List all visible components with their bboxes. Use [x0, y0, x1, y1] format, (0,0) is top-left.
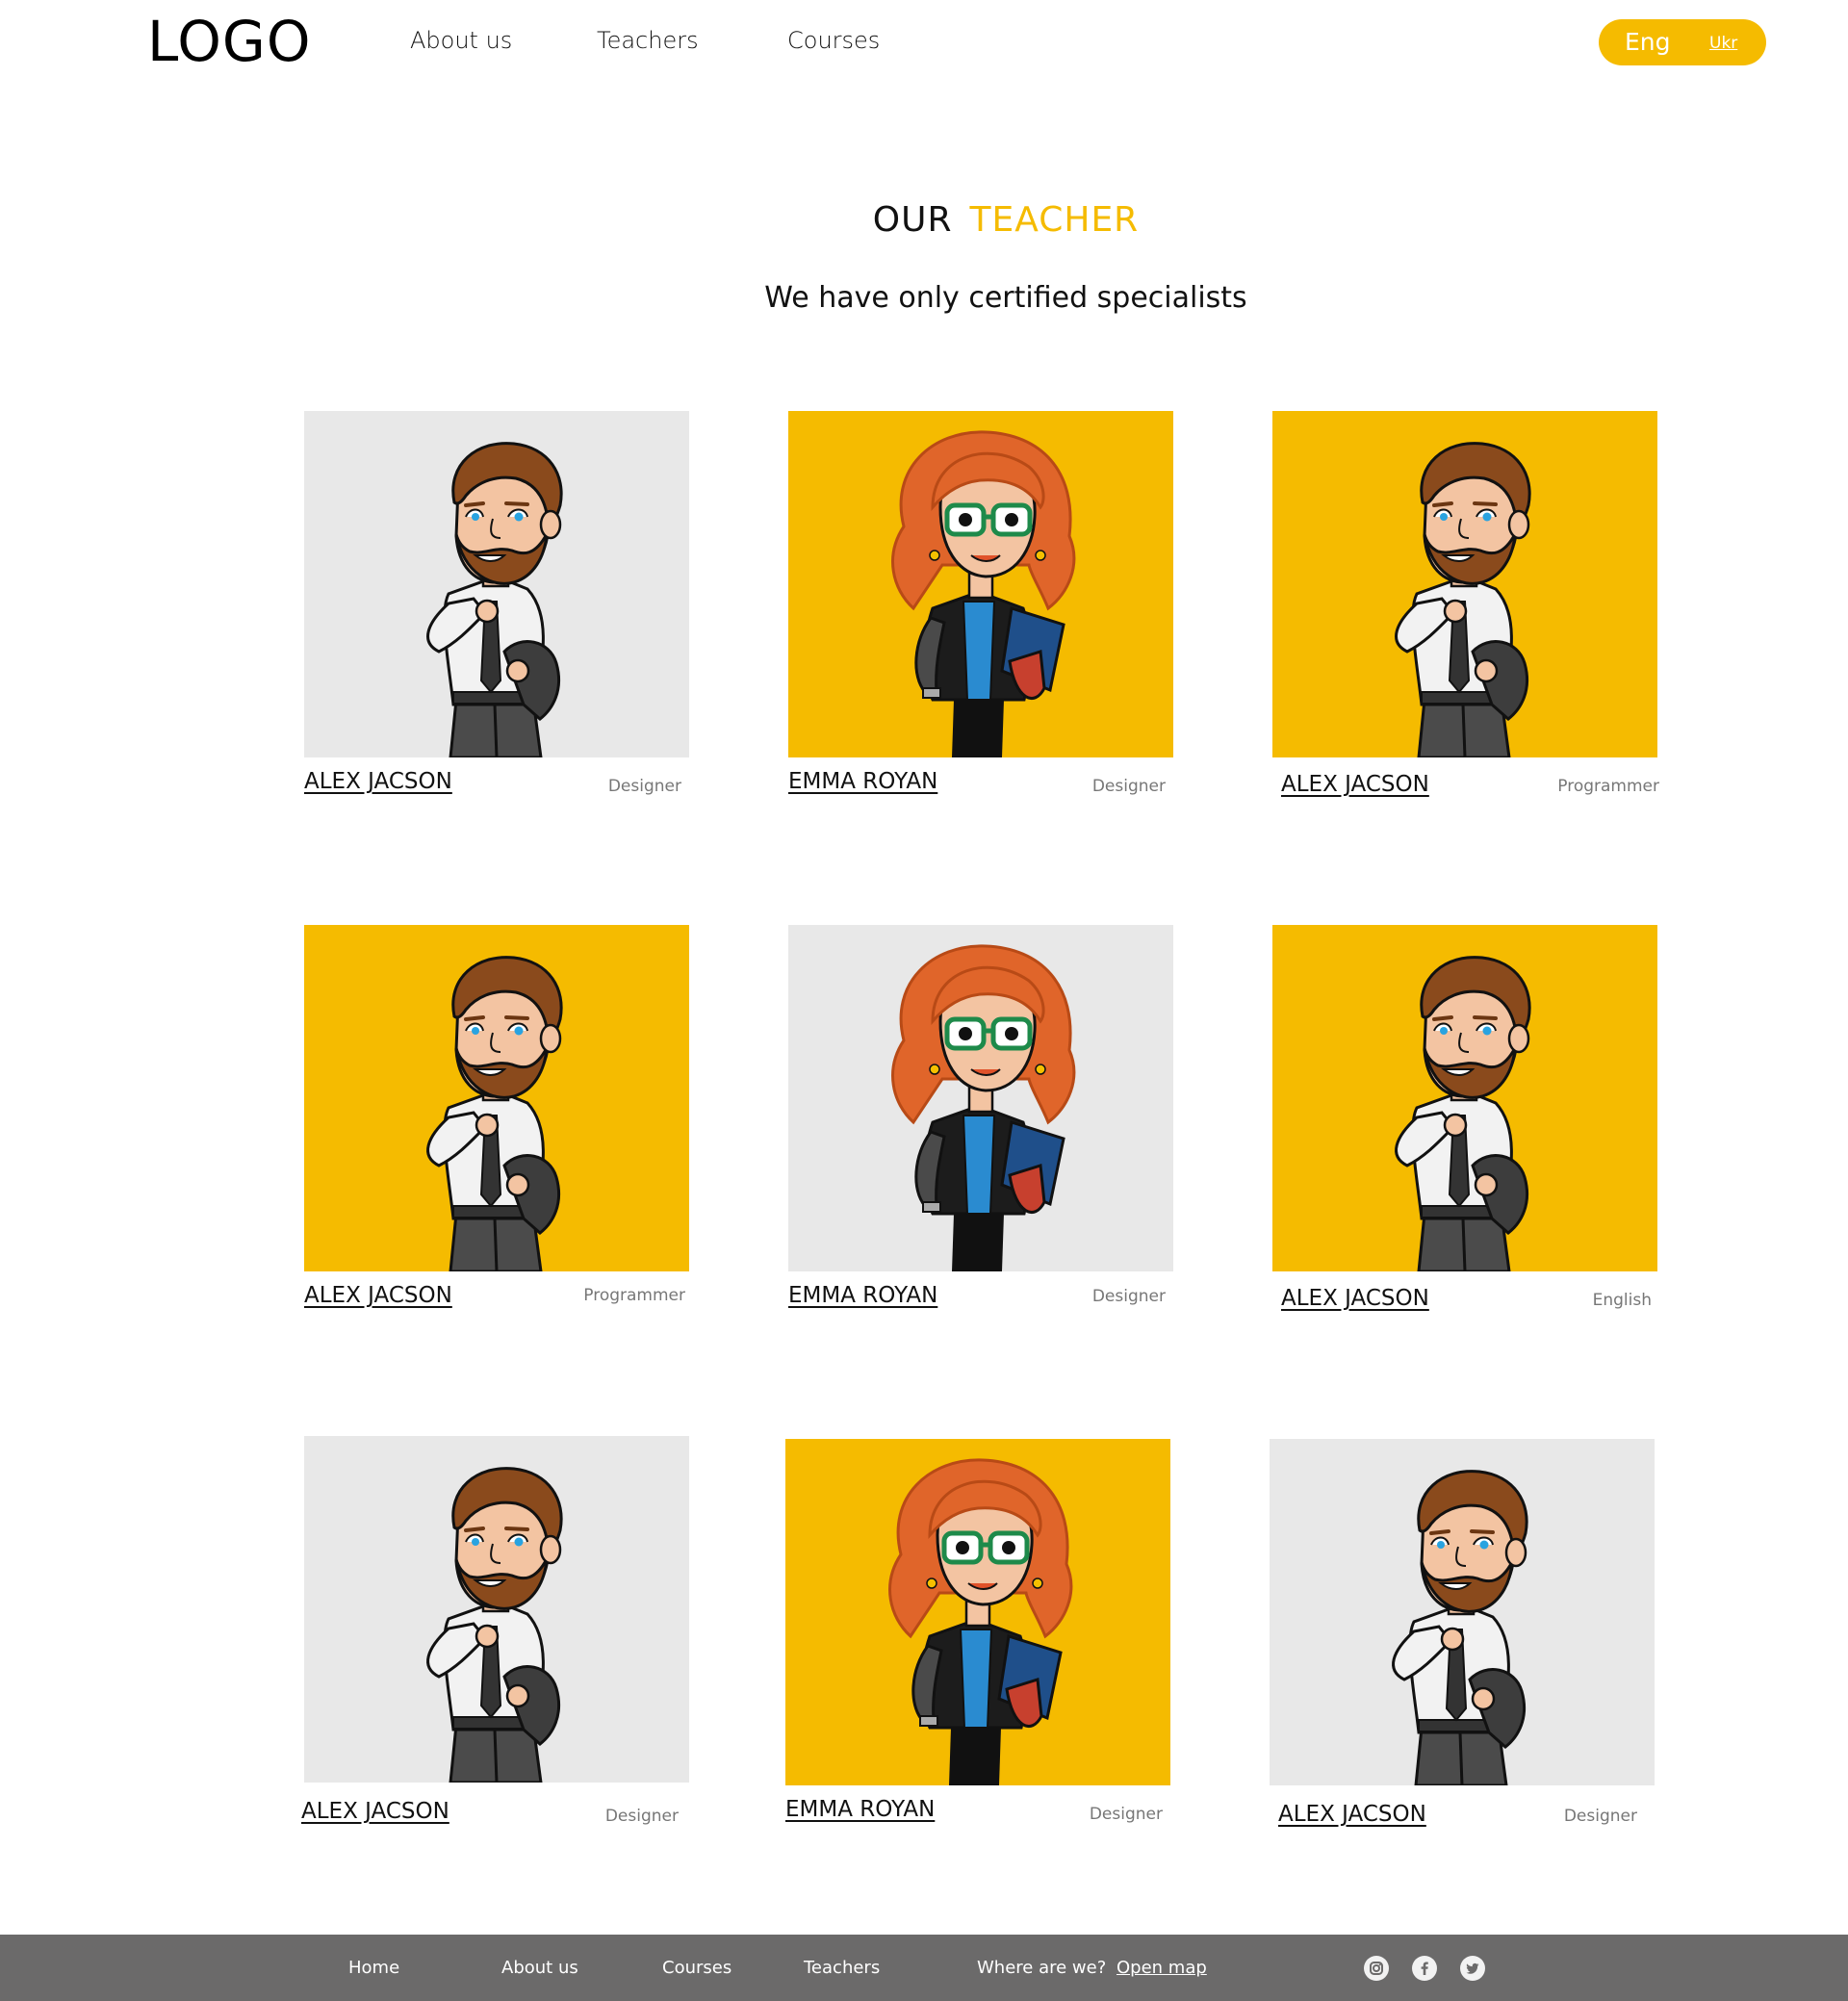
teacher-role: Designer	[607, 777, 681, 796]
man-avatar-illustration	[1272, 925, 1657, 1271]
section-subtitle: We have only certified specialists	[764, 281, 1247, 315]
woman-avatar-illustration	[785, 1439, 1170, 1785]
footer-link-home[interactable]: Home	[348, 1958, 399, 1978]
section-title: OUR TEACHER	[0, 200, 1848, 240]
teacher-role: Designer	[1091, 777, 1166, 796]
teacher-photo	[304, 925, 689, 1271]
footer: Home About us Courses Teachers Where are…	[0, 1935, 1848, 2001]
teacher-name[interactable]: ALEX JACSON	[1278, 1802, 1426, 1827]
title-word-our: OUR	[872, 200, 953, 240]
teacher-photo	[1272, 411, 1657, 757]
teacher-name[interactable]: ALEX JACSON	[301, 1799, 449, 1824]
nav-teachers[interactable]: Teachers	[597, 27, 699, 54]
teacher-photo	[1270, 1439, 1655, 1785]
teacher-name[interactable]: ALEX JACSON	[1281, 772, 1429, 797]
instagram-icon[interactable]	[1364, 1956, 1389, 1981]
facebook-icon[interactable]	[1412, 1956, 1437, 1981]
teacher-role: Designer	[1563, 1807, 1637, 1826]
woman-avatar-illustration	[788, 411, 1173, 757]
title-word-teacher: TEACHER	[969, 200, 1140, 240]
teacher-photo	[304, 411, 689, 757]
teacher-role: Programmer	[583, 1286, 685, 1305]
teacher-role: English	[1592, 1291, 1652, 1310]
footer-link-teachers[interactable]: Teachers	[804, 1958, 880, 1978]
man-avatar-illustration	[304, 925, 689, 1271]
nav-courses[interactable]: Courses	[787, 27, 880, 54]
woman-avatar-illustration	[788, 925, 1173, 1271]
teacher-role: Designer	[1089, 1805, 1163, 1824]
footer-link-courses[interactable]: Courses	[662, 1958, 732, 1978]
footer-where-label: Where are we?	[977, 1958, 1107, 1978]
man-avatar-illustration	[1270, 1439, 1655, 1785]
teacher-name[interactable]: ALEX JACSON	[304, 769, 452, 794]
man-avatar-illustration	[1272, 411, 1657, 757]
teacher-photo	[788, 411, 1173, 757]
teacher-photo	[1272, 925, 1657, 1271]
teacher-photo	[304, 1436, 689, 1783]
teacher-name[interactable]: ALEX JACSON	[304, 1283, 452, 1308]
man-avatar-illustration	[304, 411, 689, 757]
teacher-photo	[785, 1439, 1170, 1785]
footer-link-about-us[interactable]: About us	[501, 1958, 578, 1978]
lang-eng-button[interactable]: Eng	[1625, 28, 1671, 56]
teacher-role: Programmer	[1557, 777, 1659, 796]
footer-open-map-link[interactable]: Open map	[1116, 1958, 1207, 1978]
twitter-icon[interactable]	[1460, 1956, 1485, 1981]
teacher-role: Designer	[1091, 1287, 1166, 1306]
teacher-role: Designer	[604, 1807, 679, 1826]
teacher-name[interactable]: EMMA ROYAN	[788, 769, 937, 794]
language-switcher: Eng Ukr	[1599, 19, 1766, 65]
nav-about-us[interactable]: About us	[410, 27, 512, 54]
teacher-name[interactable]: EMMA ROYAN	[785, 1797, 935, 1822]
lang-ukr-link[interactable]: Ukr	[1709, 34, 1737, 53]
teacher-photo	[788, 925, 1173, 1271]
man-avatar-illustration	[304, 1436, 689, 1783]
teacher-name[interactable]: ALEX JACSON	[1281, 1286, 1429, 1311]
logo[interactable]: LOGO	[147, 13, 312, 69]
teacher-name[interactable]: EMMA ROYAN	[788, 1283, 937, 1308]
